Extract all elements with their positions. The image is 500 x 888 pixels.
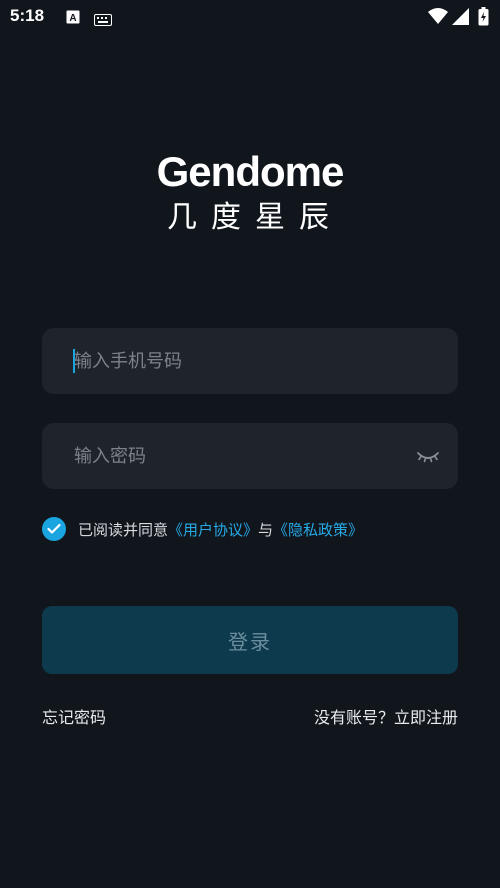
signal-icon (452, 8, 469, 29)
brand-name-cn: 几度星辰 (167, 200, 343, 235)
status-bar: 5:18 A (0, 0, 500, 34)
user-agreement-link[interactable]: 《用户协议》 (168, 521, 258, 539)
logo: Gendome 几度星辰 (0, 148, 500, 238)
text-cursor (73, 349, 75, 373)
agreement-row: 已阅读并同意《用户协议》与《隐私政策》 (42, 515, 363, 543)
forgot-password-link[interactable]: 忘记密码 (42, 704, 106, 728)
brand-name-en: Gendome (156, 148, 345, 195)
svg-text:A: A (69, 13, 76, 24)
agreement-text: 已阅读并同意《用户协议》与《隐私政策》 (78, 519, 363, 540)
phone-input[interactable] (42, 328, 458, 394)
keyboard-icon (94, 11, 112, 30)
agreement-conjunction: 与 (258, 520, 274, 539)
agreement-checkbox[interactable] (42, 517, 66, 541)
status-time: 5:18 (10, 6, 45, 25)
a-letter-icon: A (66, 9, 80, 28)
privacy-policy-link[interactable]: 《隐私政策》 (273, 521, 363, 539)
register-link[interactable]: 没有账号？立即注册 (314, 704, 458, 728)
wifi-icon (428, 8, 448, 28)
battery-icon (478, 7, 489, 30)
phone-field[interactable] (42, 328, 458, 394)
password-field[interactable] (42, 423, 458, 489)
agreement-prefix: 已阅读并同意 (78, 520, 169, 539)
checkmark-icon (47, 523, 61, 534)
login-button[interactable]: 登录 (42, 606, 458, 674)
eye-closed-icon[interactable] (416, 445, 440, 467)
password-input[interactable] (42, 423, 458, 489)
